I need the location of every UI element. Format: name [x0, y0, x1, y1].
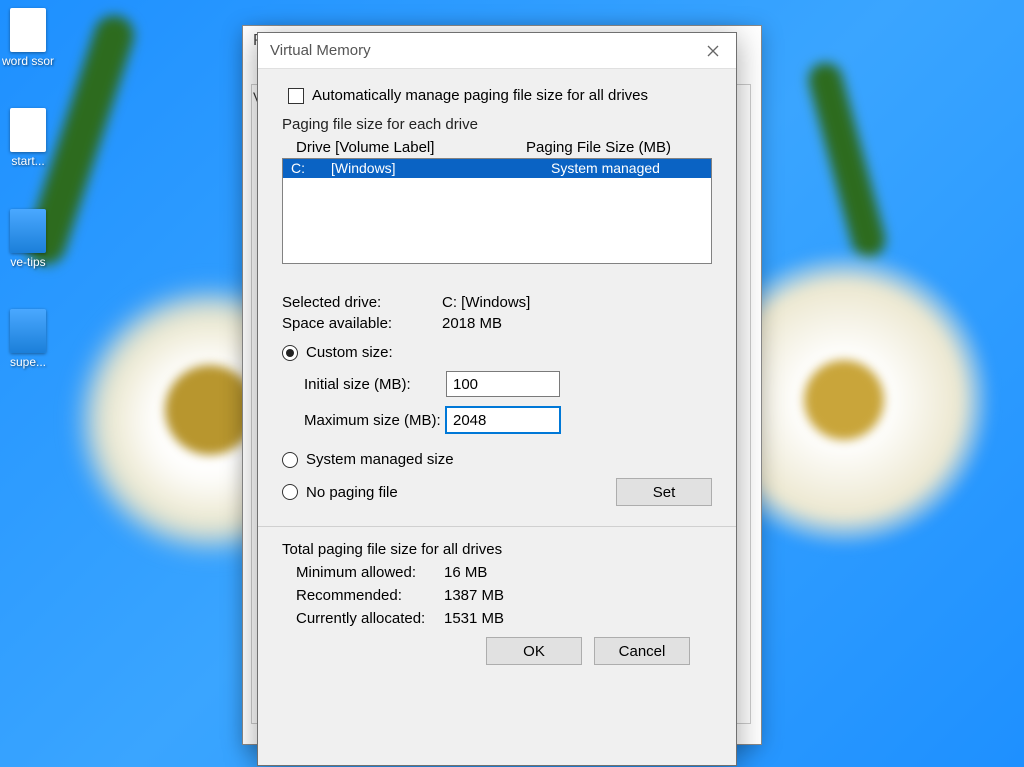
file-icon: [10, 209, 46, 253]
virtual-memory-dialog: Virtual Memory Automatically manage pagi…: [257, 32, 737, 766]
recommended-label: Recommended:: [296, 587, 444, 604]
desktop-icon-label: word ssor: [0, 54, 56, 68]
auto-manage-checkbox[interactable]: [288, 88, 304, 104]
header-size: Paging File Size (MB): [526, 139, 706, 156]
maximum-size-label: Maximum size (MB):: [304, 412, 446, 429]
bg-decor: [805, 59, 890, 261]
desktop-icon[interactable]: ve-tips: [0, 209, 56, 269]
drive-size: System managed: [551, 159, 705, 178]
desktop-icon-label: ve-tips: [0, 255, 56, 269]
selected-drive-value: C: [Windows]: [442, 294, 712, 311]
totals-heading: Total paging file size for all drives: [282, 541, 712, 558]
maximum-size-input[interactable]: [446, 407, 560, 433]
desktop-icon-label: supe...: [0, 355, 56, 369]
dialog-title: Virtual Memory: [270, 42, 371, 59]
space-available-row: Space available: 2018 MB: [282, 315, 712, 332]
titlebar[interactable]: Virtual Memory: [258, 33, 736, 69]
dialog-footer: OK Cancel: [282, 627, 712, 665]
drive-volume: [Windows]: [331, 159, 551, 178]
header-drive: Drive [Volume Label]: [296, 139, 526, 156]
divider: [258, 526, 736, 527]
custom-size-radio[interactable]: [282, 345, 298, 361]
no-paging-option[interactable]: No paging file: [282, 484, 616, 501]
totals-section: Total paging file size for all drives Mi…: [282, 541, 712, 627]
file-icon: [10, 8, 46, 52]
initial-size-label: Initial size (MB):: [304, 376, 446, 393]
system-managed-radio[interactable]: [282, 452, 298, 468]
selected-drive-label: Selected drive:: [282, 294, 442, 311]
drive-list-headers: Drive [Volume Label] Paging File Size (M…: [282, 137, 712, 158]
currently-allocated-label: Currently allocated:: [296, 610, 444, 627]
selected-drive-row: Selected drive: C: [Windows]: [282, 294, 712, 311]
desktop-icon[interactable]: supe...: [0, 309, 56, 369]
system-managed-label: System managed size: [306, 451, 454, 468]
min-allowed-label: Minimum allowed:: [296, 564, 444, 581]
section-label: Paging file size for each drive: [282, 116, 712, 133]
set-button[interactable]: Set: [616, 478, 712, 506]
close-button[interactable]: [690, 33, 736, 69]
currently-allocated-value: 1531 MB: [444, 610, 712, 627]
custom-size-option[interactable]: Custom size:: [282, 344, 712, 361]
no-paging-radio[interactable]: [282, 484, 298, 500]
system-managed-option[interactable]: System managed size: [282, 451, 712, 468]
drive-letter: C:: [291, 159, 331, 178]
file-icon: [10, 309, 46, 353]
no-paging-label: No paging file: [306, 484, 398, 501]
auto-manage-row[interactable]: Automatically manage paging file size fo…: [288, 87, 712, 104]
drive-list[interactable]: C: [Windows] System managed: [282, 158, 712, 264]
no-paging-row: No paging file Set: [282, 478, 712, 506]
desktop-icons: word ssor start... ve-tips supe...: [0, 8, 60, 410]
drive-row[interactable]: C: [Windows] System managed: [283, 159, 711, 178]
file-icon: [10, 108, 46, 152]
space-available-value: 2018 MB: [442, 315, 712, 332]
desktop-icon-label: start...: [0, 154, 56, 168]
cancel-button[interactable]: Cancel: [594, 637, 690, 665]
min-allowed-value: 16 MB: [444, 564, 712, 581]
space-available-label: Space available:: [282, 315, 442, 332]
ok-button[interactable]: OK: [486, 637, 582, 665]
dialog-body: Automatically manage paging file size fo…: [258, 69, 736, 765]
recommended-value: 1387 MB: [444, 587, 712, 604]
close-icon: [707, 45, 719, 57]
initial-size-row: Initial size (MB):: [304, 371, 712, 397]
initial-size-input[interactable]: [446, 371, 560, 397]
custom-size-label: Custom size:: [306, 344, 393, 361]
maximum-size-row: Maximum size (MB):: [304, 407, 712, 433]
desktop-icon[interactable]: start...: [0, 108, 56, 168]
desktop-icon[interactable]: word ssor: [0, 8, 56, 68]
auto-manage-label: Automatically manage paging file size fo…: [312, 87, 648, 104]
bg-decor: [804, 360, 884, 440]
